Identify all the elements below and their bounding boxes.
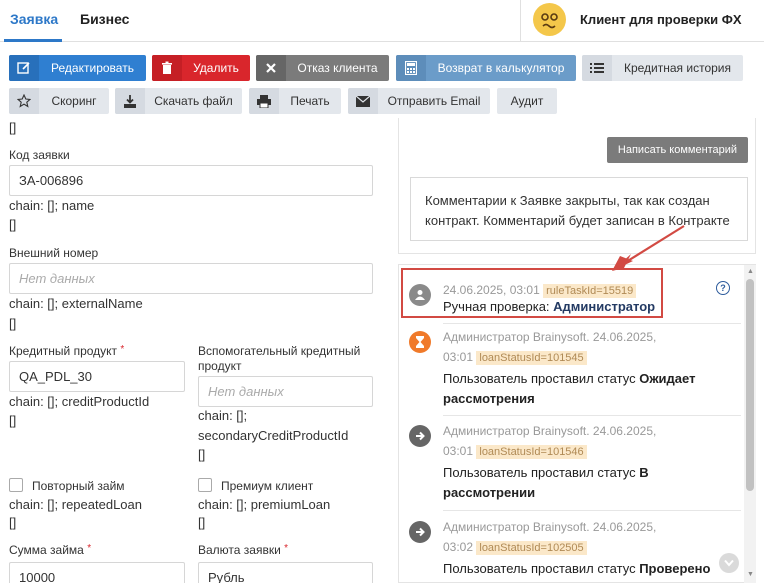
star-icon: [9, 88, 39, 114]
client-refusal-button[interactable]: Отказ клиента: [256, 55, 389, 81]
scroll-down-button[interactable]: [719, 553, 739, 573]
close-icon: [256, 55, 286, 81]
external-number-label: Внешний номер: [9, 246, 99, 260]
currency-label: Валюта заявки *: [198, 543, 289, 557]
delete-button[interactable]: Удалить: [152, 55, 250, 81]
external-bracket: []: [9, 316, 17, 331]
print-button[interactable]: Печать: [249, 88, 341, 114]
highlight-box: [401, 268, 663, 318]
scoring-label: Скоринг: [51, 94, 97, 108]
credit-history-button[interactable]: Кредитная история: [582, 55, 743, 81]
history-item: Администратор Brainysoft. 24.06.2025, 03:…: [409, 517, 729, 583]
comments-closed-notice: Комментарии к Заявке закрыты, так как со…: [410, 177, 748, 241]
repeated-chain: chain: []; repeatedLoan: [9, 497, 142, 512]
client-name[interactable]: Клиент для проверки ФХ: [580, 12, 742, 27]
history-body: Пользователь проставил статус Врассмотре…: [443, 465, 649, 500]
scrollbar-thumb[interactable]: [746, 279, 754, 491]
history-tag: loanStatusId=101546: [476, 445, 587, 459]
history-divider: [443, 415, 741, 416]
comments-panel: Написать комментарий Комментарии к Заявк…: [398, 118, 756, 254]
edit-button[interactable]: Редактировать: [9, 55, 146, 81]
secondary-chain-2: secondaryCreditProductId: [198, 428, 349, 443]
history-item: Администратор Brainysoft. 24.06.2025, 03:…: [409, 421, 729, 501]
premium-chain: chain: []; premiumLoan: [198, 497, 331, 512]
currency-field[interactable]: Рубль: [198, 562, 373, 583]
trash-icon: [152, 55, 182, 81]
audit-label: Аудит: [510, 94, 544, 108]
repeated-loan-label: Повторный займ: [32, 479, 125, 493]
download-icon: [115, 88, 145, 114]
active-tab-indicator: [4, 39, 62, 42]
external-number-field[interactable]: Нет данных: [9, 263, 373, 294]
tab-application[interactable]: Заявка: [10, 11, 58, 27]
send-email-button[interactable]: Отправить Email: [348, 88, 490, 114]
history-body: Пользователь проставил статус Ожидает рас…: [443, 371, 696, 406]
repeated-bracket: []: [9, 515, 17, 530]
history-divider: [443, 323, 741, 324]
download-file-button[interactable]: Скачать файл: [115, 88, 242, 114]
credit-product-bracket: []: [9, 413, 17, 428]
history-divider: [443, 510, 741, 511]
application-form: [] Код заявки ЗА-006896 chain: []; name …: [0, 118, 390, 583]
calculator-icon: [396, 55, 426, 81]
audit-button[interactable]: Аудит: [497, 88, 557, 114]
send-email-label: Отправить Email: [387, 94, 481, 108]
credit-product-chain: chain: []; creditProductId: [9, 394, 150, 409]
download-file-label: Скачать файл: [154, 94, 233, 108]
tab-business[interactable]: Бизнес: [80, 11, 129, 27]
premium-client-checkbox[interactable]: [198, 478, 212, 492]
loan-amount-field[interactable]: 10000: [9, 562, 185, 583]
history-scrollbar[interactable]: ▲ ▼: [744, 265, 756, 583]
return-to-calculator-button[interactable]: Возврат в калькулятор: [396, 55, 576, 81]
scroll-down-arrow-icon[interactable]: ▼: [747, 571, 754, 578]
help-icon[interactable]: ?: [716, 281, 730, 295]
delete-button-label: Удалить: [193, 61, 239, 75]
code-bracket: []: [9, 217, 17, 232]
secondary-bracket: []: [198, 447, 206, 462]
client-refusal-label: Отказ клиента: [297, 61, 378, 75]
credit-product-field[interactable]: QA_PDL_30: [9, 361, 185, 392]
history-meta: Администратор Brainysoft. 24.06.2025, 03:…: [443, 520, 657, 555]
top-bracket: []: [9, 120, 17, 135]
history-meta: Администратор Brainysoft. 24.06.2025, 03:…: [443, 424, 657, 459]
print-label: Печать: [290, 94, 330, 108]
premium-client-label: Премиум клиент: [221, 479, 314, 493]
scroll-up-arrow-icon[interactable]: ▲: [747, 268, 754, 275]
write-comment-button[interactable]: Написать комментарий: [607, 137, 748, 163]
credit-history-label: Кредитная история: [623, 61, 732, 75]
scoring-button[interactable]: Скоринг: [9, 88, 109, 114]
secondary-chain-1: chain: [];: [198, 408, 248, 423]
secondary-product-label-2: продукт: [198, 359, 242, 373]
return-to-calculator-label: Возврат в калькулятор: [437, 61, 565, 75]
arrow-right-icon: [409, 521, 431, 543]
history-tag: loanStatusId=102505: [476, 541, 587, 555]
edit-button-label: Редактировать: [51, 61, 134, 75]
list-icon: [582, 55, 612, 81]
top-header: Заявка Бизнес Клиент для проверки ФХ: [0, 0, 764, 42]
hourglass-icon: [409, 331, 431, 353]
credit-product-label: Кредитный продукт *: [9, 344, 125, 358]
repeated-loan-checkbox[interactable]: [9, 478, 23, 492]
header-divider: [520, 0, 521, 42]
arrow-right-icon: [409, 425, 431, 447]
secondary-product-label-1: Вспомогательный кредитный: [198, 344, 361, 358]
right-column: Написать комментарий Комментарии к Заявк…: [398, 118, 756, 583]
code-label: Код заявки: [9, 148, 70, 162]
code-field[interactable]: ЗА-006896: [9, 165, 373, 196]
history-tag: loanStatusId=101545: [476, 351, 587, 365]
envelope-icon: [348, 88, 378, 114]
printer-icon: [249, 88, 279, 114]
history-item: Администратор Brainysoft. 24.06.2025, 03:…: [409, 327, 729, 407]
client-avatar-icon: [533, 3, 566, 36]
history-body: Пользователь проставил статус Проверено: [443, 561, 711, 576]
edit-icon: [9, 55, 39, 81]
external-chain: chain: []; externalName: [9, 296, 143, 311]
history-meta: Администратор Brainysoft. 24.06.2025, 03:…: [443, 330, 657, 365]
code-chain: chain: []; name: [9, 198, 95, 213]
premium-bracket: []: [198, 515, 206, 530]
secondary-product-field[interactable]: Нет данных: [198, 376, 373, 407]
loan-amount-label: Сумма займа *: [9, 543, 92, 557]
history-panel: 24.06.2025, 03:01 ruleTaskId=15519 Ручна…: [398, 264, 756, 583]
